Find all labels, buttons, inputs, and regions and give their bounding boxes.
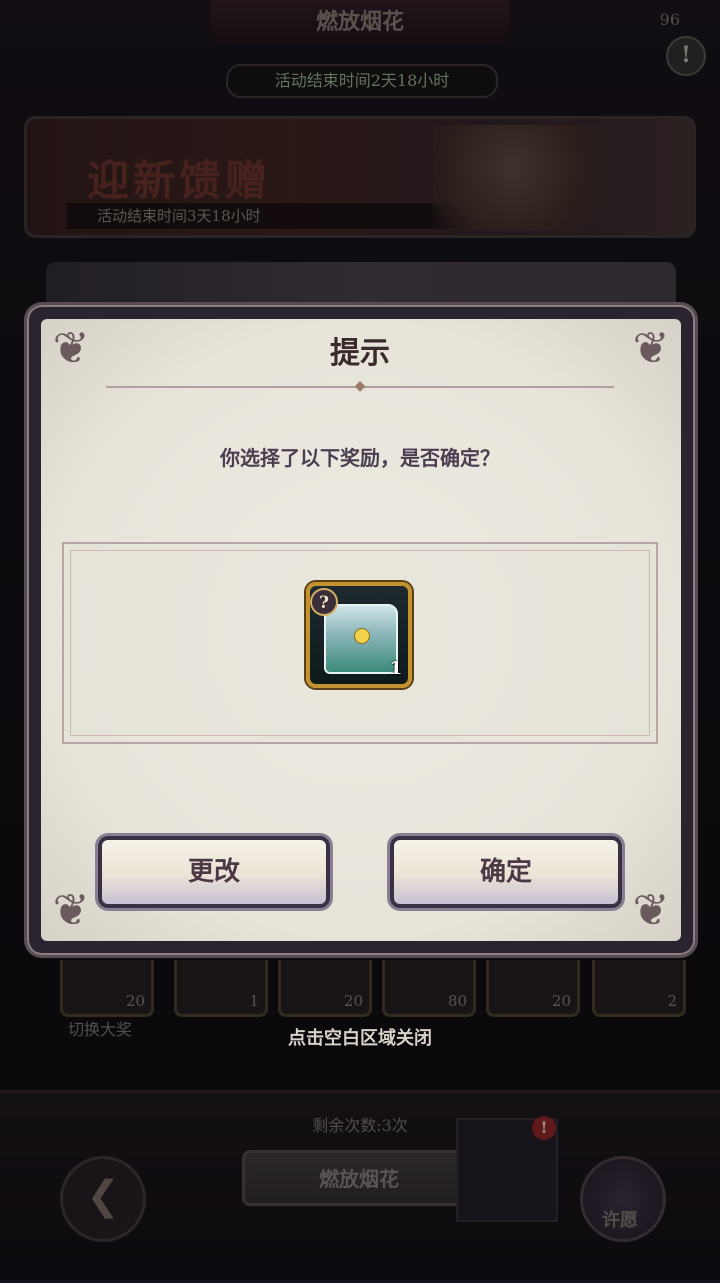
corner-ornament-icon: ❦ xyxy=(632,885,670,936)
item-count: 1 xyxy=(389,658,403,679)
dialog-title: 提示 xyxy=(330,336,390,371)
close-hint: 点击空白区域关闭 xyxy=(288,1028,432,1049)
change-button[interactable]: 更改 xyxy=(98,836,330,908)
confirm-button[interactable]: 确定 xyxy=(390,836,622,908)
corner-ornament-icon: ❦ xyxy=(52,885,90,936)
divider-gem-icon: ◆ xyxy=(354,378,366,394)
dialog-question: 你选择了以下奖励，是否确定？ xyxy=(220,446,500,470)
question-badge-icon[interactable]: ? xyxy=(310,588,338,616)
chest-lock xyxy=(354,628,370,644)
